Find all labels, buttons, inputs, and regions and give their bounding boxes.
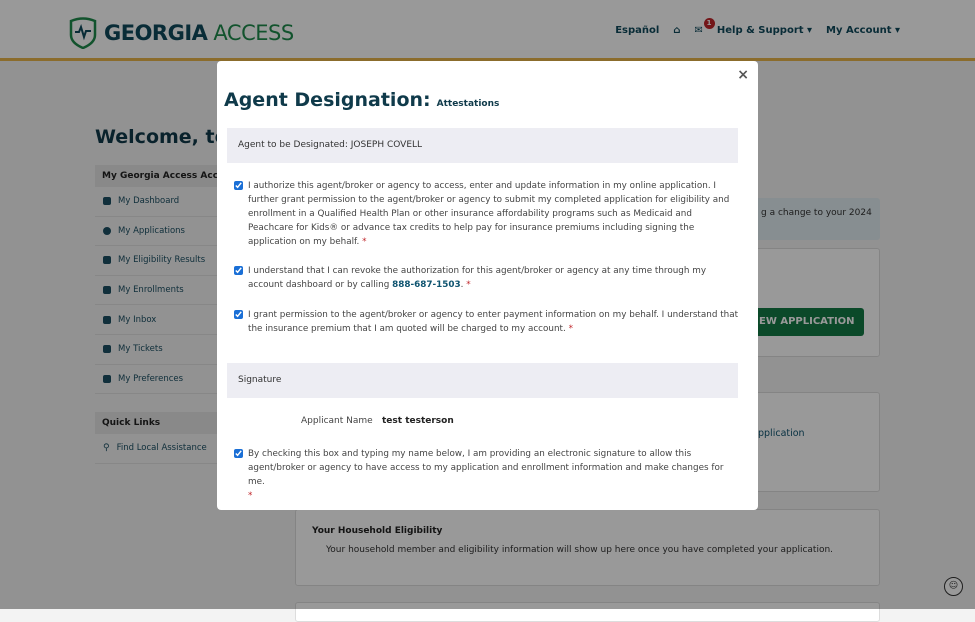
attestation-3: I grant permission to the agent/broker o… [234,308,739,336]
agent-info: Agent to be Designated: JOSEPH COVELL [227,128,738,163]
required-marker: * [362,237,367,247]
attestation-3-checkbox[interactable] [234,310,243,319]
modal-title: Agent Designation: [224,89,431,111]
attestation-1-checkbox[interactable] [234,181,243,190]
phone-link[interactable]: 888-687-1503 [392,280,461,290]
attestation-1: I authorize this agent/broker or agency … [234,179,739,249]
attestation-2-checkbox[interactable] [234,266,243,275]
applicant-name-value: test testerson [382,416,454,426]
required-marker: * [568,324,574,334]
required-marker: * [248,491,253,501]
signature-checkbox[interactable] [234,449,243,458]
attestation-2: I understand that I can revoke the autho… [234,264,739,292]
modal-subtitle: Attestations [436,99,500,109]
required-marker: * [466,280,471,290]
attestation-1-text: I authorize this agent/broker or agency … [248,181,730,247]
signature-section: Signature [227,363,738,398]
signature-attestation: By checking this box and typing my name … [234,447,739,503]
attestation-3-text: I grant permission to the agent/broker o… [248,310,739,334]
applicant-name-label: Applicant Name [301,416,373,426]
close-icon[interactable]: × [737,67,749,83]
attestation-2-text: I understand that I can revoke the autho… [248,266,707,290]
signature-attestation-text: By checking this box and typing my name … [248,449,724,487]
agent-designation-modal: × Agent Designation: Attestations Agent t… [217,61,758,510]
